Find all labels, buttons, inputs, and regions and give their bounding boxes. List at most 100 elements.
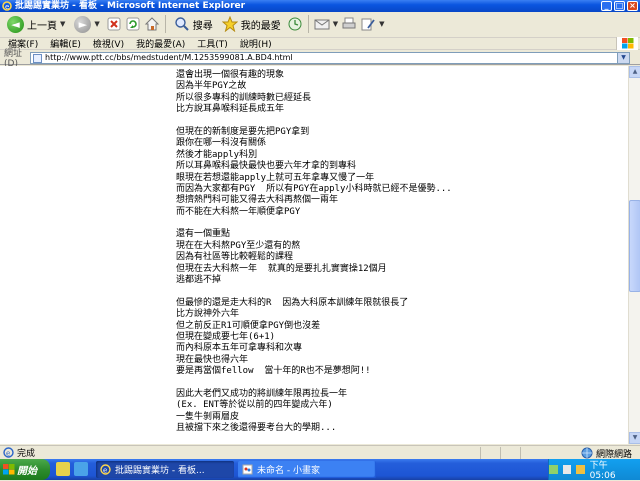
tray-icon[interactable] — [576, 465, 585, 474]
article-line: 但最慘的還是走大科的R 因為大科原本訓練年限就很長了 — [176, 297, 409, 308]
menu-item-view[interactable]: 檢視(V) — [93, 37, 124, 50]
status-divider — [500, 447, 501, 459]
menu-item-favorites[interactable]: 我的最愛(A) — [136, 37, 185, 50]
toolbar-separator — [307, 15, 309, 33]
window-title: 批踢踢實業坊 - 看板 - Microsoft Internet Explore… — [15, 1, 246, 11]
article-line — [176, 218, 452, 229]
article-line — [176, 286, 452, 297]
article-line: 現在最快也得六年 — [176, 354, 249, 365]
chevron-down-icon[interactable]: ▼ — [94, 20, 99, 28]
status-text: 完成 — [17, 449, 36, 459]
article-line: 所以耳鼻喉科最快最快也要六年才拿的到專科 — [176, 161, 357, 172]
address-url: http://www.ptt.cc/bbs/medstudent/M.12535… — [45, 53, 293, 62]
forward-button[interactable]: ► ▼ — [71, 14, 102, 34]
status-done: e 完成 — [3, 446, 35, 459]
svg-text:e: e — [103, 467, 107, 475]
status-divider — [480, 447, 481, 459]
address-input[interactable]: http://www.ptt.cc/bbs/medstudent/M.12535… — [30, 51, 630, 64]
edit-icon[interactable] — [360, 16, 376, 32]
standard-toolbar: ◄ 上一頁 ▼ ► ▼ 搜尋 我的最愛 ▼ ▼ — [0, 12, 640, 36]
article-line: 因為有社區等比較輕鬆的課程 — [176, 252, 294, 263]
task-label: 未命名 - 小畫家 — [257, 466, 320, 476]
article-line: 跟你在哪一科沒有關係 — [176, 138, 267, 149]
quick-launch-icon[interactable] — [74, 462, 88, 476]
minimize-button[interactable]: _ — [601, 1, 612, 11]
scroll-down-icon[interactable]: ▼ — [629, 432, 640, 444]
windows-logo-icon — [3, 464, 15, 475]
article-line: 現在在大科熬PGY至少還有的熬 — [176, 240, 301, 251]
article-line: 要是再當個fellow 當十年的R也不是夢想阿!! — [176, 366, 371, 377]
maximize-button[interactable]: □ — [614, 1, 625, 11]
scroll-thumb[interactable] — [629, 200, 640, 292]
article-line: 但之前反正R1可順便拿PGY倒也沒差 — [176, 320, 321, 331]
address-bar: 網址(D) http://www.ptt.cc/bbs/medstudent/M… — [0, 49, 640, 69]
menu-bar: 檔案(F) 編輯(E) 檢視(V) 我的最愛(A) 工具(T) 說明(H) — [0, 37, 640, 50]
scroll-up-icon[interactable]: ▲ — [629, 66, 640, 78]
chevron-down-icon[interactable]: ▼ — [60, 20, 65, 28]
article-line: 比方說耳鼻喉科延長成五年 — [176, 104, 285, 115]
print-icon[interactable] — [341, 16, 357, 32]
article-line: 但現在去大科熬一年 就真的是要扎扎實實操12個月 — [176, 263, 387, 274]
article-line: 而內科原本五年可拿專科和次專 — [176, 343, 303, 354]
article-line: 但現在的新制度是要先把PGY拿到 — [176, 126, 310, 137]
windows-logo-icon — [616, 37, 638, 50]
menu-item-edit[interactable]: 編輯(E) — [50, 37, 81, 50]
ie-icon: e — [100, 464, 111, 475]
star-icon — [221, 16, 238, 32]
refresh-icon[interactable] — [125, 16, 141, 32]
ie-window: e 批踢踢實業坊 - 看板 - Microsoft Internet Explo… — [0, 0, 640, 481]
article-line: 但現在變成要七年(6+1) — [176, 331, 276, 342]
article-line: 而因為大家都有PGY 所以有PGY在apply小科時就已經不是優勢... — [176, 183, 452, 194]
history-icon[interactable] — [287, 16, 303, 32]
favorites-label: 我的最愛 — [240, 20, 281, 32]
back-button[interactable]: ◄ 上一頁 ▼ — [4, 14, 68, 34]
chevron-down-icon[interactable]: ▼ — [333, 20, 338, 28]
mail-icon[interactable] — [314, 16, 330, 32]
status-divider — [520, 447, 521, 459]
article-line: 因此大老們又成功的將訓練年限再拉長一年 — [176, 388, 348, 399]
article-line: 然後才能apply科別 — [176, 149, 258, 160]
clock[interactable]: 下午 05:06 — [590, 458, 634, 481]
title-bar[interactable]: e 批踢踢實業坊 - 看板 - Microsoft Internet Explo… — [0, 0, 640, 12]
tray-icon[interactable] — [549, 465, 558, 474]
page-done-icon: e — [3, 447, 14, 458]
search-icon — [175, 17, 189, 31]
back-label: 上一頁 — [27, 20, 57, 32]
start-button[interactable]: 開始 — [0, 459, 50, 480]
menu-item-help[interactable]: 說明(H) — [240, 37, 272, 50]
home-icon[interactable] — [144, 16, 160, 32]
article-line — [176, 378, 452, 389]
vertical-scrollbar[interactable]: ▲ ▼ — [628, 66, 640, 444]
article-line: 因為半年PGY之故 — [176, 81, 247, 92]
task-paint[interactable]: 未命名 - 小畫家 — [238, 461, 376, 478]
page-content: 還會出現一個很有趣的現象 因為半年PGY之故 所以很多專科的訓練時數已經延長 比方說耳… — [0, 66, 628, 444]
paint-icon — [242, 464, 253, 475]
chevron-down-icon[interactable]: ▼ — [379, 20, 384, 28]
article-line: 一隻牛剝兩層皮 — [176, 411, 240, 422]
quick-launch-icon[interactable] — [56, 462, 70, 476]
task-label: 批踢踢實業坊 - 看板... — [115, 466, 205, 476]
search-button[interactable]: 搜尋 — [171, 14, 216, 34]
article-line: 逃都逃不掉 — [176, 275, 222, 286]
article-line: 還會出現一個很有趣的現象 — [176, 70, 285, 80]
window-controls: _ □ × — [601, 1, 638, 11]
article-line — [176, 116, 452, 127]
status-bar: e 完成 網際網路 — [0, 445, 640, 460]
article-line: 且被擋下來之後還得要考台大的學期... — [176, 423, 337, 434]
favorites-button[interactable]: 我的最愛 — [219, 14, 284, 34]
tray-icon[interactable] — [562, 465, 572, 474]
search-label: 搜尋 — [192, 20, 213, 32]
task-ie[interactable]: e 批踢踢實業坊 - 看板... — [96, 461, 234, 478]
chevron-down-icon[interactable]: ▼ — [617, 52, 629, 63]
page-icon — [33, 53, 42, 63]
stop-icon[interactable] — [106, 16, 122, 32]
ie-logo-icon: e — [2, 1, 12, 11]
back-arrow-icon: ◄ — [7, 15, 24, 33]
article-line: (Ex. ENT等於從以前的四年變成六年) — [176, 400, 333, 411]
menu-item-tools[interactable]: 工具(T) — [197, 37, 228, 50]
forward-arrow-icon: ► — [74, 15, 92, 33]
article-line: 眼現在若想還能apply上就可五年拿專又慢了一年 — [176, 172, 375, 183]
close-button[interactable]: × — [627, 1, 638, 11]
taskbar: 開始 e 批踢踢實業坊 - 看板... 未命名 - 小畫家 下午 05:06 — [0, 458, 640, 481]
article-line: 還有一個重點 — [176, 229, 231, 240]
